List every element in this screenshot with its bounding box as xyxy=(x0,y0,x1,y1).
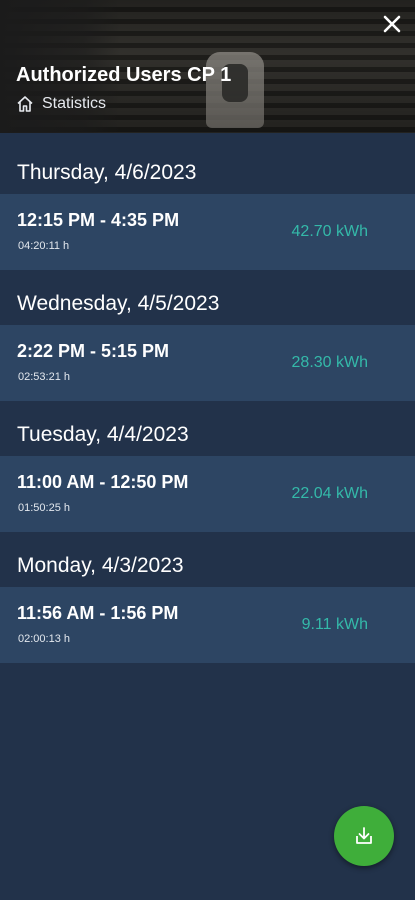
session-energy: 22.04 kWh xyxy=(291,485,368,502)
close-button[interactable] xyxy=(378,10,406,38)
breadcrumb[interactable]: Statistics xyxy=(16,95,106,113)
session-duration: 01:50:25 h xyxy=(18,502,70,514)
download-button[interactable] xyxy=(334,806,394,866)
session-row[interactable]: 11:56 AM - 1:56 PM 02:00:13 h 9.11 kWh xyxy=(0,587,415,663)
home-icon[interactable] xyxy=(16,95,34,113)
session-row[interactable]: 11:00 AM - 12:50 PM 01:50:25 h 22.04 kWh xyxy=(0,456,415,532)
day-header: Monday, 4/3/2023 xyxy=(0,544,415,587)
download-icon xyxy=(356,827,372,844)
statistics-list: Thursday, 4/6/2023 12:15 PM - 4:35 PM 04… xyxy=(0,151,415,663)
session-energy: 9.11 kWh xyxy=(301,616,368,633)
header-banner: Authorized Users CP 1 Statistics xyxy=(0,0,415,133)
session-duration: 02:53:21 h xyxy=(18,371,70,383)
session-energy: 42.70 kWh xyxy=(291,223,368,240)
page-title: Authorized Users CP 1 xyxy=(16,64,232,86)
session-time: 12:15 PM - 4:35 PM xyxy=(17,210,180,230)
close-icon xyxy=(383,15,401,33)
session-row[interactable]: 2:22 PM - 5:15 PM 02:53:21 h 28.30 kWh xyxy=(0,325,415,401)
day-header: Thursday, 4/6/2023 xyxy=(0,151,415,194)
session-duration: 02:00:13 h xyxy=(18,633,70,645)
day-header: Wednesday, 4/5/2023 xyxy=(0,282,415,325)
breadcrumb-label: Statistics xyxy=(42,95,107,112)
session-row[interactable]: 12:15 PM - 4:35 PM 04:20:11 h 42.70 kWh xyxy=(0,194,415,270)
session-time: 11:00 AM - 12:50 PM xyxy=(17,472,189,492)
session-time: 11:56 AM - 1:56 PM xyxy=(17,603,179,623)
day-header: Tuesday, 4/4/2023 xyxy=(0,413,415,456)
session-duration: 04:20:11 h xyxy=(18,240,70,252)
session-energy: 28.30 kWh xyxy=(291,354,368,371)
session-time: 2:22 PM - 5:15 PM xyxy=(17,341,170,361)
